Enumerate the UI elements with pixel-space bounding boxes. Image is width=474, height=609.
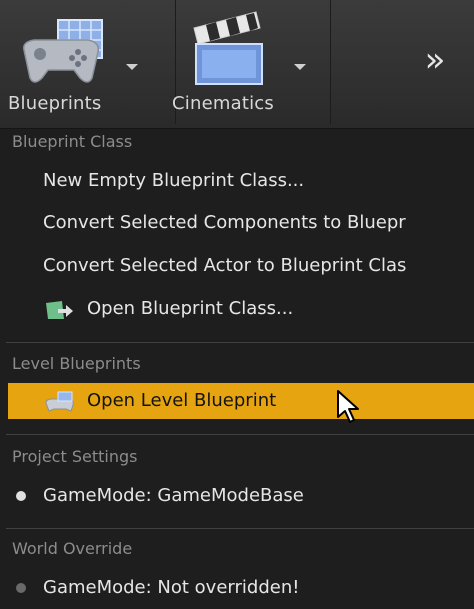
- menu-item-label: Convert Selected Actor to Blueprint Clas: [43, 255, 407, 276]
- menu-item-open-level-blueprint[interactable]: Open Level Blueprint: [8, 383, 474, 419]
- menu-item-label: Open Level Blueprint: [87, 390, 277, 411]
- bullet-icon: [16, 491, 26, 501]
- menu-item-project-gamemode[interactable]: GameMode: GameModeBase: [8, 478, 474, 514]
- menu-item-open-blueprint-class[interactable]: Open Blueprint Class...: [8, 291, 474, 327]
- gamepad-icon: [22, 19, 103, 83]
- level-blueprint-icon: [45, 391, 74, 412]
- section-header-project-settings: Project Settings: [12, 447, 138, 466]
- menu-item-label: GameMode: GameModeBase: [43, 485, 304, 506]
- cinematics-label: Cinematics: [172, 93, 274, 114]
- section-header-level-blueprints: Level Blueprints: [12, 354, 141, 373]
- blueprints-button[interactable]: Blueprints: [0, 0, 176, 124]
- clapperboard-icon: [193, 11, 263, 85]
- section-header-blueprint-class: Blueprint Class: [12, 132, 133, 151]
- menu-item-new-empty-blueprint-class[interactable]: New Empty Blueprint Class...: [8, 163, 474, 199]
- open-blueprint-class-icon: [46, 301, 73, 319]
- section-divider: [6, 434, 474, 435]
- cinematics-button[interactable]: Cinematics: [172, 0, 331, 124]
- menu-item-label: GameMode: Not overridden!: [43, 577, 300, 598]
- bullet-icon: [16, 583, 26, 593]
- menu-item-label: Open Blueprint Class...: [87, 298, 294, 319]
- chevron-down-icon[interactable]: [294, 64, 306, 70]
- toolbar-overflow-button[interactable]: »: [410, 40, 460, 80]
- menu-item-convert-selected-components[interactable]: Convert Selected Components to Bluepr: [8, 205, 474, 241]
- menu-item-convert-selected-actor[interactable]: Convert Selected Actor to Blueprint Clas: [8, 248, 474, 284]
- blueprints-label: Blueprints: [8, 93, 102, 114]
- chevron-down-icon[interactable]: [126, 64, 138, 70]
- toolbar: Blueprints Cinematics »: [0, 0, 474, 129]
- section-header-world-override: World Override: [12, 539, 133, 558]
- menu-item-world-gamemode[interactable]: GameMode: Not overridden!: [8, 570, 474, 606]
- menu-item-label: New Empty Blueprint Class...: [43, 170, 305, 191]
- section-divider: [6, 342, 474, 343]
- blueprints-dropdown-menu: Blueprint Class New Empty Blueprint Clas…: [0, 129, 474, 609]
- section-divider: [6, 528, 474, 529]
- menu-item-label: Convert Selected Components to Bluepr: [43, 212, 406, 233]
- mouse-cursor-icon: [337, 390, 359, 423]
